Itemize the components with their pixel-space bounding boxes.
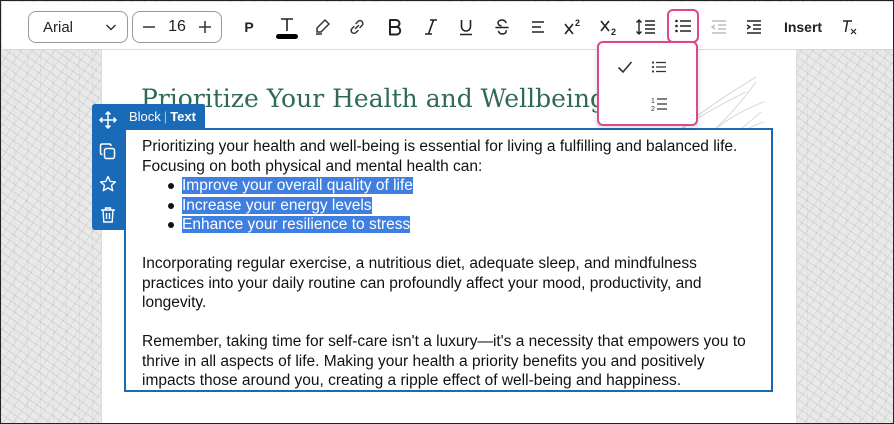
link-button[interactable]: [346, 12, 368, 42]
align-left-icon: [532, 21, 544, 33]
body-paragraph-3[interactable]: Remember, taking time for self-care isn'…: [142, 332, 757, 391]
block-tag-separator: |: [163, 108, 168, 124]
star-icon[interactable]: [98, 174, 118, 194]
bulleted-list-button[interactable]: [667, 9, 699, 43]
paragraph-label: P: [244, 19, 254, 35]
clear-formatting-button[interactable]: [838, 12, 860, 42]
body-paragraph-2[interactable]: Incorporating regular exercise, a nutrit…: [142, 254, 757, 313]
superscript-button[interactable]: 2: [561, 12, 587, 42]
underline-button[interactable]: [455, 12, 477, 42]
font-size-stepper[interactable]: 16: [132, 11, 222, 43]
bulleted-list-icon: [675, 19, 691, 33]
text-color-icon: [276, 18, 298, 39]
line-height-icon: [636, 19, 655, 35]
font-family-select[interactable]: Arial: [28, 11, 128, 43]
svg-text:2: 2: [575, 18, 580, 28]
list-item[interactable]: Increase your energy levels: [168, 196, 757, 216]
highlighter-icon: [316, 19, 330, 35]
list-item[interactable]: Improve your overall quality of life: [168, 176, 757, 196]
svg-text:2: 2: [651, 106, 655, 112]
numbered-list-option[interactable]: 12: [599, 87, 696, 121]
bold-icon: [389, 19, 402, 36]
strikethrough-icon: [495, 19, 509, 35]
duplicate-icon[interactable]: [98, 142, 118, 162]
indent-button[interactable]: [743, 12, 765, 42]
outdent-icon: [710, 20, 726, 34]
formatting-toolbar: Arial 16 P 2 2 Insert: [2, 2, 893, 50]
block-side-toolbar: [92, 104, 124, 230]
minus-icon[interactable]: [141, 19, 157, 35]
check-icon: [617, 61, 633, 74]
italic-icon: [425, 19, 437, 35]
editor-window: Arial 16 P 2 2 Insert Prioritize Your He…: [0, 0, 894, 424]
subscript-icon: 2: [600, 20, 616, 36]
move-icon[interactable]: [98, 110, 118, 130]
bulleted-list-icon: [651, 61, 666, 73]
list-type-dropdown: 12: [597, 41, 698, 126]
block-type-tag[interactable]: Block | Text: [123, 104, 205, 128]
trash-icon[interactable]: [98, 205, 118, 225]
line-height-button[interactable]: [633, 12, 659, 42]
block-type-label: Text: [170, 108, 196, 124]
selected-text[interactable]: Increase your energy levels: [182, 196, 372, 214]
link-icon: [350, 19, 364, 35]
bulleted-list-option[interactable]: [599, 51, 696, 85]
list-item[interactable]: Enhance your resilience to stress: [168, 215, 757, 235]
paragraph-button[interactable]: P: [238, 12, 260, 42]
align-button[interactable]: [527, 12, 549, 42]
chevron-down-icon: [105, 24, 117, 31]
block-label: Block: [129, 108, 161, 124]
underline-icon: [460, 20, 472, 36]
subscript-button[interactable]: 2: [597, 12, 623, 42]
intro-paragraph[interactable]: Prioritizing your health and well-being …: [142, 137, 757, 176]
clear-formatting-icon: [843, 20, 857, 35]
bullet-list[interactable]: Improve your overall quality of life Inc…: [168, 176, 757, 235]
highlight-button[interactable]: [311, 12, 333, 42]
svg-text:2: 2: [611, 27, 616, 36]
strikethrough-button[interactable]: [491, 12, 513, 42]
numbered-list-icon: 12: [651, 98, 667, 112]
selected-text[interactable]: Enhance your resilience to stress: [182, 216, 411, 233]
bold-button[interactable]: [384, 12, 406, 42]
svg-text:1: 1: [651, 98, 655, 105]
italic-button[interactable]: [420, 12, 442, 42]
font-size-value[interactable]: 16: [168, 18, 186, 36]
indent-icon: [746, 20, 761, 34]
superscript-icon: 2: [564, 18, 580, 35]
font-family-value: Arial: [43, 18, 74, 36]
outdent-button[interactable]: [708, 12, 730, 42]
text-color-button[interactable]: [272, 12, 302, 42]
document-heading[interactable]: Prioritize Your Health and Wellbeing!: [141, 84, 616, 113]
insert-button[interactable]: Insert: [780, 12, 826, 42]
plus-icon[interactable]: [197, 19, 213, 35]
text-block[interactable]: Prioritizing your health and well-being …: [124, 128, 773, 392]
insert-label: Insert: [783, 19, 823, 35]
selected-text[interactable]: Improve your overall quality of life: [182, 177, 413, 194]
